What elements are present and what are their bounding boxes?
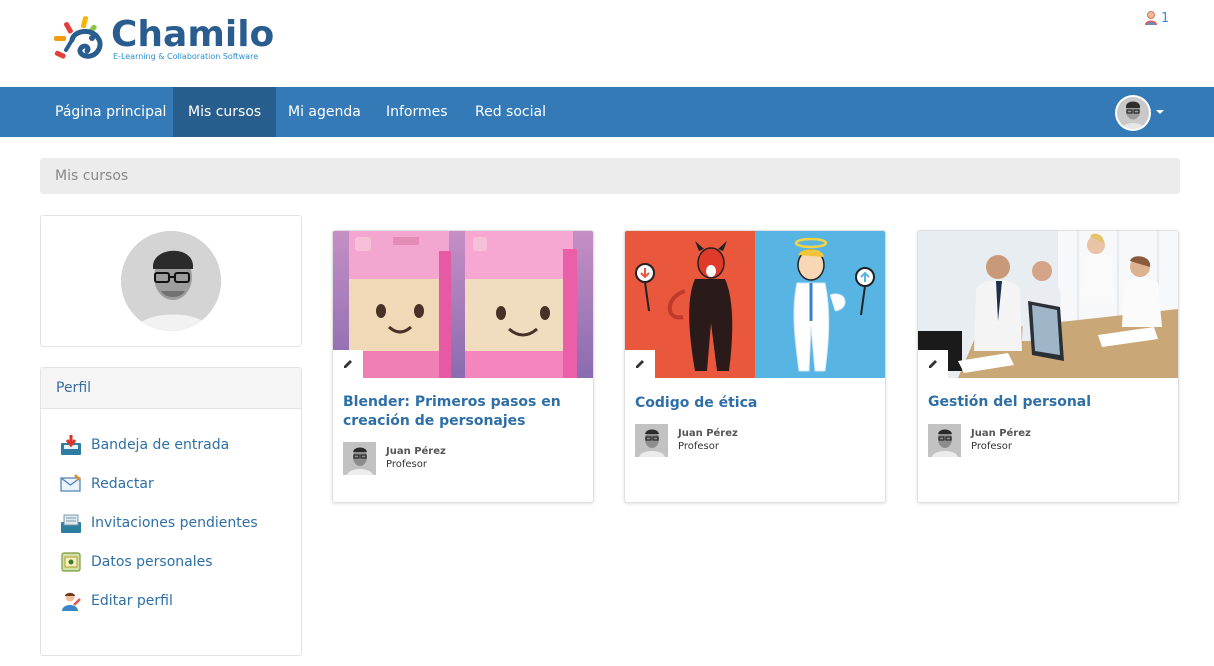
course-teacher: Juan Pérez Profesor (343, 442, 446, 475)
sidebar-item-label: Datos personales (91, 554, 213, 570)
profile-avatar[interactable] (121, 231, 221, 331)
teacher-role: Profesor (971, 441, 1012, 452)
sidebar-item-edit-profile[interactable]: Editar perfil (60, 590, 173, 612)
breadcrumb-current: Mis cursos (55, 168, 129, 184)
sidebar-item-label: Redactar (91, 476, 154, 492)
teacher-role: Profesor (386, 459, 427, 470)
pencil-icon (344, 360, 352, 368)
sidebar-item-compose[interactable]: Redactar (60, 473, 154, 495)
nav-social[interactable]: Red social (460, 87, 561, 137)
user-notification-icon (1145, 11, 1157, 25)
page-header: Chamilo E-Learning & Collaboration Softw… (0, 0, 1214, 87)
course-thumbnail-ethics (625, 231, 885, 378)
panel-title[interactable]: Perfil (41, 368, 301, 409)
invitations-icon (61, 514, 81, 533)
chevron-down-icon[interactable] (1156, 110, 1164, 114)
nav-my-courses[interactable]: Mis cursos (173, 87, 277, 137)
pencil-icon (929, 360, 937, 368)
personal-data-icon (61, 552, 81, 572)
compose-icon (60, 474, 81, 492)
pencil-icon (636, 360, 644, 368)
main-navbar: Página principal Mis cursos Mi agenda In… (0, 87, 1214, 137)
inbox-icon (61, 435, 81, 455)
sidebar-item-personal-data[interactable]: Datos personales (60, 551, 213, 573)
chamilo-logo[interactable]: Chamilo E-Learning & Collaboration Softw… (52, 14, 282, 68)
nav-agenda[interactable]: Mi agenda (273, 87, 376, 137)
profile-menu-panel: Perfil Bandeja de entrada Redactar Invit… (40, 367, 302, 656)
sidebar-item-label: Invitaciones pendientes (91, 515, 258, 531)
notifications-indicator[interactable]: 1 (1144, 10, 1169, 26)
teacher-avatar (343, 442, 376, 475)
course-image[interactable] (333, 231, 593, 378)
user-photo (121, 231, 221, 331)
teacher-avatar (928, 424, 961, 457)
user-menu-avatar[interactable] (1115, 95, 1151, 131)
teacher-name: Juan Pérez (678, 428, 738, 439)
edit-course-button[interactable] (333, 350, 363, 378)
course-teacher: Juan Pérez Profesor (635, 424, 738, 457)
course-title[interactable]: Gestión del personal (928, 393, 1168, 412)
teacher-name: Juan Pérez (971, 428, 1031, 439)
logo-subtitle: E-Learning & Collaboration Software (113, 52, 259, 61)
sidebar-item-invitations[interactable]: Invitaciones pendientes (60, 512, 258, 534)
course-title[interactable]: Blender: Primeros pasos en creación de p… (343, 393, 583, 431)
profile-photo-panel (40, 215, 302, 347)
sidebar-item-label: Bandeja de entrada (91, 437, 230, 453)
edit-course-button[interactable] (918, 350, 948, 378)
course-image[interactable] (625, 231, 885, 378)
course-thumbnail-management (918, 231, 1178, 378)
sidebar-item-label: Editar perfil (91, 593, 173, 609)
course-image[interactable] (918, 231, 1178, 378)
notification-count: 1 (1161, 10, 1170, 26)
course-thumbnail-blender (333, 231, 593, 378)
chameleon-logo-icon (54, 16, 103, 59)
breadcrumb: Mis cursos (40, 158, 1180, 194)
course-card: Blender: Primeros pasos en creación de p… (332, 230, 594, 503)
course-card: Gestión del personal Juan Pérez Profesor (917, 230, 1179, 503)
edit-course-button[interactable] (625, 350, 655, 378)
course-teacher: Juan Pérez Profesor (928, 424, 1031, 457)
sidebar-item-inbox[interactable]: Bandeja de entrada (60, 434, 229, 456)
course-title[interactable]: Codigo de ética (635, 394, 875, 413)
nav-reports[interactable]: Informes (371, 87, 463, 137)
nav-home[interactable]: Página principal (40, 87, 181, 137)
teacher-avatar (635, 424, 668, 457)
course-card: Codigo de ética Juan Pérez Profesor (624, 230, 886, 503)
teacher-name: Juan Pérez (386, 446, 446, 457)
edit-profile-icon (62, 592, 81, 611)
teacher-role: Profesor (678, 441, 719, 452)
logo-text: Chamilo (111, 14, 275, 55)
avatar (1117, 97, 1149, 129)
